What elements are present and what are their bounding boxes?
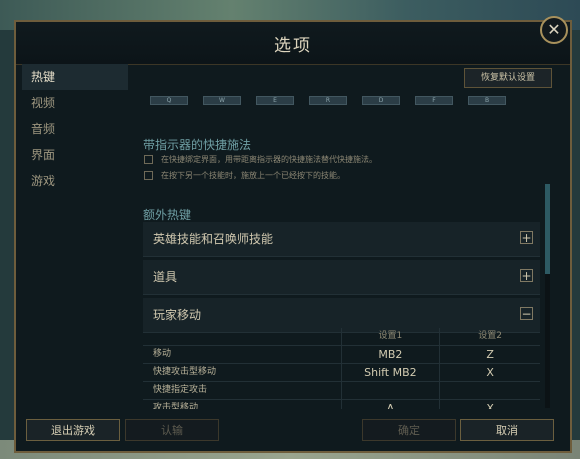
header-cell: 设置1 <box>340 328 441 345</box>
sidebar-item-video[interactable]: 视频 <box>22 90 128 116</box>
hotkeys-panel: 恢复默认设置 Q W E R D F B 带指示器的快捷施法 在快捷绑定界面，用… <box>130 64 556 409</box>
reset-defaults-button[interactable]: 恢复默认设置 <box>464 68 552 88</box>
sidebar-item-hotkeys[interactable]: 热键 <box>22 64 128 90</box>
indicator-option-2[interactable]: 在按下另一个技能时，施放上一个已经按下的技能。 <box>144 169 345 181</box>
key-slot-row: Q W E R D F B <box>150 96 530 106</box>
close-icon[interactable]: ✕ <box>540 16 568 44</box>
sidebar-item-interface[interactable]: 界面 <box>22 142 128 168</box>
indicator-section-title: 带指示器的快捷施法 <box>143 138 252 152</box>
option-label: 在快捷绑定界面，用带距离指示器的快捷施法替代快捷施法。 <box>161 154 377 164</box>
key-slot[interactable]: W <box>203 96 241 105</box>
key-slot[interactable]: R <box>309 96 347 105</box>
binding-1[interactable]: A <box>340 400 441 409</box>
surrender-button[interactable]: 认输 <box>125 419 219 441</box>
sidebar-item-game[interactable]: 游戏 <box>22 168 128 194</box>
group-label: 玩家移动 <box>153 308 202 322</box>
checkbox[interactable] <box>144 154 153 164</box>
indicator-option-1[interactable]: 在快捷绑定界面，用带距离指示器的快捷施法替代快捷施法。 <box>144 153 377 165</box>
binding-1[interactable]: MB2 <box>340 346 441 363</box>
action-name: 攻击型移动 <box>153 403 199 409</box>
key-slot[interactable]: B <box>468 96 506 105</box>
key-slot[interactable]: F <box>415 96 453 105</box>
binding-1[interactable]: Shift MB2 <box>340 364 441 381</box>
key-slot[interactable]: Q <box>150 96 188 105</box>
expand-icon[interactable]: + <box>520 231 533 244</box>
header-cell <box>143 328 341 345</box>
extra-hotkeys-title: 额外热键 <box>143 208 192 222</box>
exit-game-button[interactable]: 退出游戏 <box>26 419 120 441</box>
collapse-icon[interactable]: − <box>520 307 533 320</box>
expand-icon[interactable]: + <box>520 269 533 282</box>
sidebar: 热键 视频 音频 界面 游戏 <box>22 64 128 409</box>
table-row: 移动 MB2 Z <box>143 346 540 364</box>
scrollbar-thumb[interactable] <box>545 184 550 274</box>
binding-2[interactable]: X <box>440 400 540 409</box>
key-slot[interactable]: D <box>362 96 400 105</box>
table-row: 快捷指定攻击 <box>143 382 540 400</box>
binding-2[interactable] <box>440 382 540 399</box>
dialog-title: 选项 <box>274 35 312 56</box>
group-label: 道具 <box>153 270 178 284</box>
option-label: 在按下另一个技能时，施放上一个已经按下的技能。 <box>161 170 345 180</box>
table-row: 攻击型移动 A X <box>143 400 540 409</box>
action-name: 移动 <box>153 349 172 359</box>
binding-1[interactable] <box>340 382 441 399</box>
cancel-button[interactable]: 取消 <box>460 419 554 441</box>
table-row: 快捷攻击型移动 Shift MB2 X <box>143 364 540 382</box>
group-label: 英雄技能和召唤师技能 <box>153 232 274 246</box>
action-name: 快捷攻击型移动 <box>153 367 217 377</box>
action-name: 快捷指定攻击 <box>153 385 208 395</box>
sidebar-item-audio[interactable]: 音频 <box>22 116 128 142</box>
key-slot[interactable]: E <box>256 96 294 105</box>
scrollbar[interactable] <box>545 184 550 408</box>
ok-button[interactable]: 确定 <box>362 419 456 441</box>
header-cell: 设置2 <box>478 331 502 341</box>
binding-2[interactable]: Z <box>440 346 540 363</box>
group-champion-summoner-abilities[interactable]: 英雄技能和召唤师技能 + <box>143 222 540 257</box>
group-items[interactable]: 道具 + <box>143 260 540 295</box>
binding-2[interactable]: X <box>440 364 540 381</box>
checkbox[interactable] <box>144 170 153 180</box>
table-header: 设置1 设置2 <box>143 328 540 346</box>
movement-hotkey-table: 设置1 设置2 移动 MB2 Z 快捷攻击型移动 Shift MB2 X 快捷指… <box>143 328 540 409</box>
title-bar: 选项 <box>16 22 570 65</box>
